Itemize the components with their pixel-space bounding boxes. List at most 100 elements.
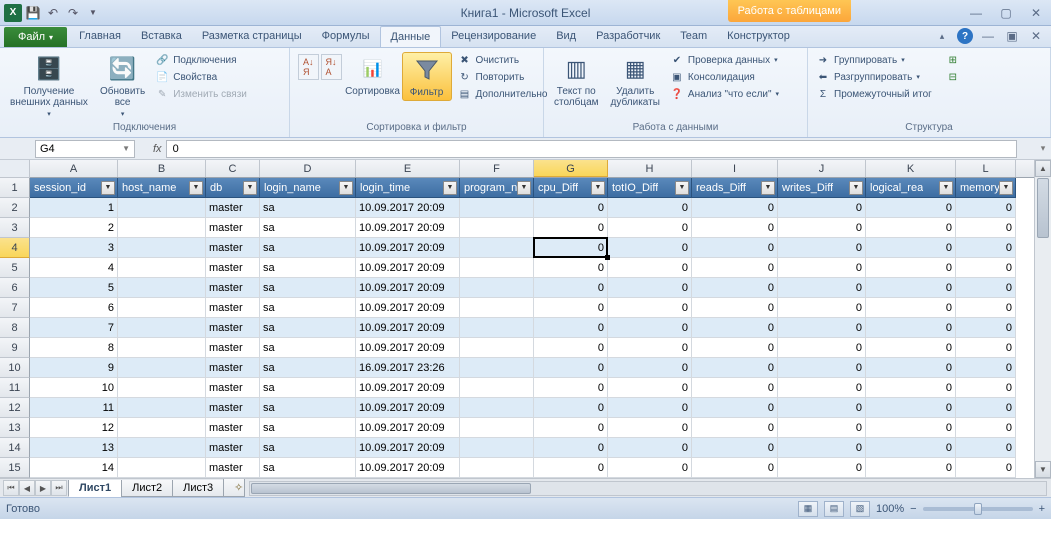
cell[interactable]: 0 (956, 338, 1016, 358)
nav-first-icon[interactable]: ⏮ (3, 480, 19, 496)
row-header[interactable]: 9 (0, 338, 30, 358)
cell[interactable]: 10.09.2017 20:09 (356, 218, 460, 238)
what-if-button[interactable]: ❓Анализ "что если" ▾ (668, 86, 781, 102)
cell[interactable]: 0 (608, 298, 692, 318)
cell[interactable]: sa (260, 278, 356, 298)
cell[interactable]: 0 (866, 418, 956, 438)
cell[interactable]: sa (260, 338, 356, 358)
cell[interactable]: sa (260, 298, 356, 318)
cell[interactable]: master (206, 438, 260, 458)
cell[interactable] (460, 258, 534, 278)
cell[interactable]: 7 (30, 318, 118, 338)
nav-prev-icon[interactable]: ◀ (19, 480, 35, 496)
column-header[interactable]: G (534, 160, 608, 177)
filter-dropdown-button[interactable]: ▼ (675, 181, 689, 195)
column-header[interactable]: L (956, 160, 1016, 177)
add-sheet-button[interactable]: ✧ (223, 479, 245, 497)
cell[interactable]: 11 (30, 398, 118, 418)
cell[interactable]: 0 (866, 298, 956, 318)
cell[interactable]: sa (260, 238, 356, 258)
cell[interactable]: 0 (534, 398, 608, 418)
cell[interactable]: 10.09.2017 20:09 (356, 398, 460, 418)
cell[interactable]: 10.09.2017 20:09 (356, 378, 460, 398)
tab-главная[interactable]: Главная (69, 26, 131, 47)
cell[interactable]: sa (260, 398, 356, 418)
cell[interactable]: 0 (534, 258, 608, 278)
cell[interactable]: 0 (956, 298, 1016, 318)
cell[interactable]: 0 (866, 398, 956, 418)
row-header[interactable]: 3 (0, 218, 30, 238)
clear-filter-button[interactable]: ✖Очистить (456, 52, 550, 68)
cell[interactable]: 10 (30, 378, 118, 398)
cell[interactable]: 0 (778, 278, 866, 298)
show-detail-button[interactable]: ⊞ (944, 52, 962, 68)
connections-button[interactable]: 🔗Подключения (153, 52, 249, 68)
cell[interactable] (460, 298, 534, 318)
cell[interactable]: sa (260, 258, 356, 278)
cell[interactable] (118, 378, 206, 398)
cell[interactable] (118, 318, 206, 338)
name-box-dropdown-icon[interactable]: ▼ (122, 144, 130, 153)
scroll-up-icon[interactable]: ▲ (1035, 160, 1051, 177)
cell[interactable]: 0 (866, 458, 956, 478)
cell[interactable]: 0 (692, 438, 778, 458)
expand-formula-icon[interactable]: ▾ (1035, 143, 1051, 154)
edit-links-button[interactable]: ✎Изменить связи (153, 86, 249, 102)
cell[interactable]: 0 (778, 458, 866, 478)
minimize-icon[interactable]: — (967, 5, 985, 21)
table-header-cell[interactable]: login_time▼ (356, 178, 460, 198)
cell[interactable]: 0 (608, 278, 692, 298)
tab-вставка[interactable]: Вставка (131, 26, 192, 47)
cell[interactable]: 0 (866, 438, 956, 458)
cell[interactable]: 0 (866, 278, 956, 298)
cell[interactable]: 0 (866, 238, 956, 258)
cell[interactable]: master (206, 238, 260, 258)
tab-разработчик[interactable]: Разработчик (586, 26, 670, 47)
cell[interactable] (460, 358, 534, 378)
cell[interactable]: 0 (866, 198, 956, 218)
cell[interactable]: sa (260, 438, 356, 458)
cell[interactable]: 0 (956, 238, 1016, 258)
row-header[interactable]: 10 (0, 358, 30, 378)
cell[interactable]: 10.09.2017 20:09 (356, 318, 460, 338)
cell[interactable]: 0 (778, 358, 866, 378)
cell[interactable]: 0 (692, 278, 778, 298)
row-header[interactable]: 15 (0, 458, 30, 478)
cell[interactable]: 0 (778, 338, 866, 358)
row-header[interactable]: 13 (0, 418, 30, 438)
cell[interactable]: 0 (608, 418, 692, 438)
cell[interactable] (118, 398, 206, 418)
cell[interactable]: master (206, 358, 260, 378)
page-layout-view-icon[interactable]: ▤ (824, 501, 844, 517)
cell[interactable]: 0 (692, 398, 778, 418)
table-header-cell[interactable]: host_name▼ (118, 178, 206, 198)
table-header-cell[interactable]: session_id▼ (30, 178, 118, 198)
cell[interactable]: master (206, 318, 260, 338)
cell[interactable] (460, 278, 534, 298)
cell[interactable]: 10.09.2017 20:09 (356, 338, 460, 358)
filter-dropdown-button[interactable]: ▼ (101, 181, 115, 195)
tab-team[interactable]: Team (670, 26, 717, 47)
column-header[interactable]: H (608, 160, 692, 177)
cell[interactable]: 10.09.2017 20:09 (356, 258, 460, 278)
cell[interactable]: 0 (608, 218, 692, 238)
row-header[interactable]: 12 (0, 398, 30, 418)
table-header-cell[interactable]: logical_rea▼ (866, 178, 956, 198)
table-header-cell[interactable]: db▼ (206, 178, 260, 198)
properties-button[interactable]: 📄Свойства (153, 69, 249, 85)
cell[interactable]: 0 (692, 358, 778, 378)
filter-dropdown-button[interactable]: ▼ (761, 181, 775, 195)
cell[interactable] (460, 198, 534, 218)
cell[interactable]: 0 (534, 338, 608, 358)
filter-dropdown-button[interactable]: ▼ (999, 181, 1013, 195)
save-icon[interactable]: 💾 (24, 4, 42, 22)
cell[interactable]: 0 (692, 378, 778, 398)
cell[interactable]: sa (260, 218, 356, 238)
table-header-cell[interactable]: memory▼ (956, 178, 1016, 198)
cell[interactable] (118, 238, 206, 258)
cell[interactable]: 6 (30, 298, 118, 318)
cell[interactable] (118, 338, 206, 358)
cell[interactable]: sa (260, 458, 356, 478)
select-all-corner[interactable] (0, 160, 30, 178)
cell[interactable]: master (206, 298, 260, 318)
